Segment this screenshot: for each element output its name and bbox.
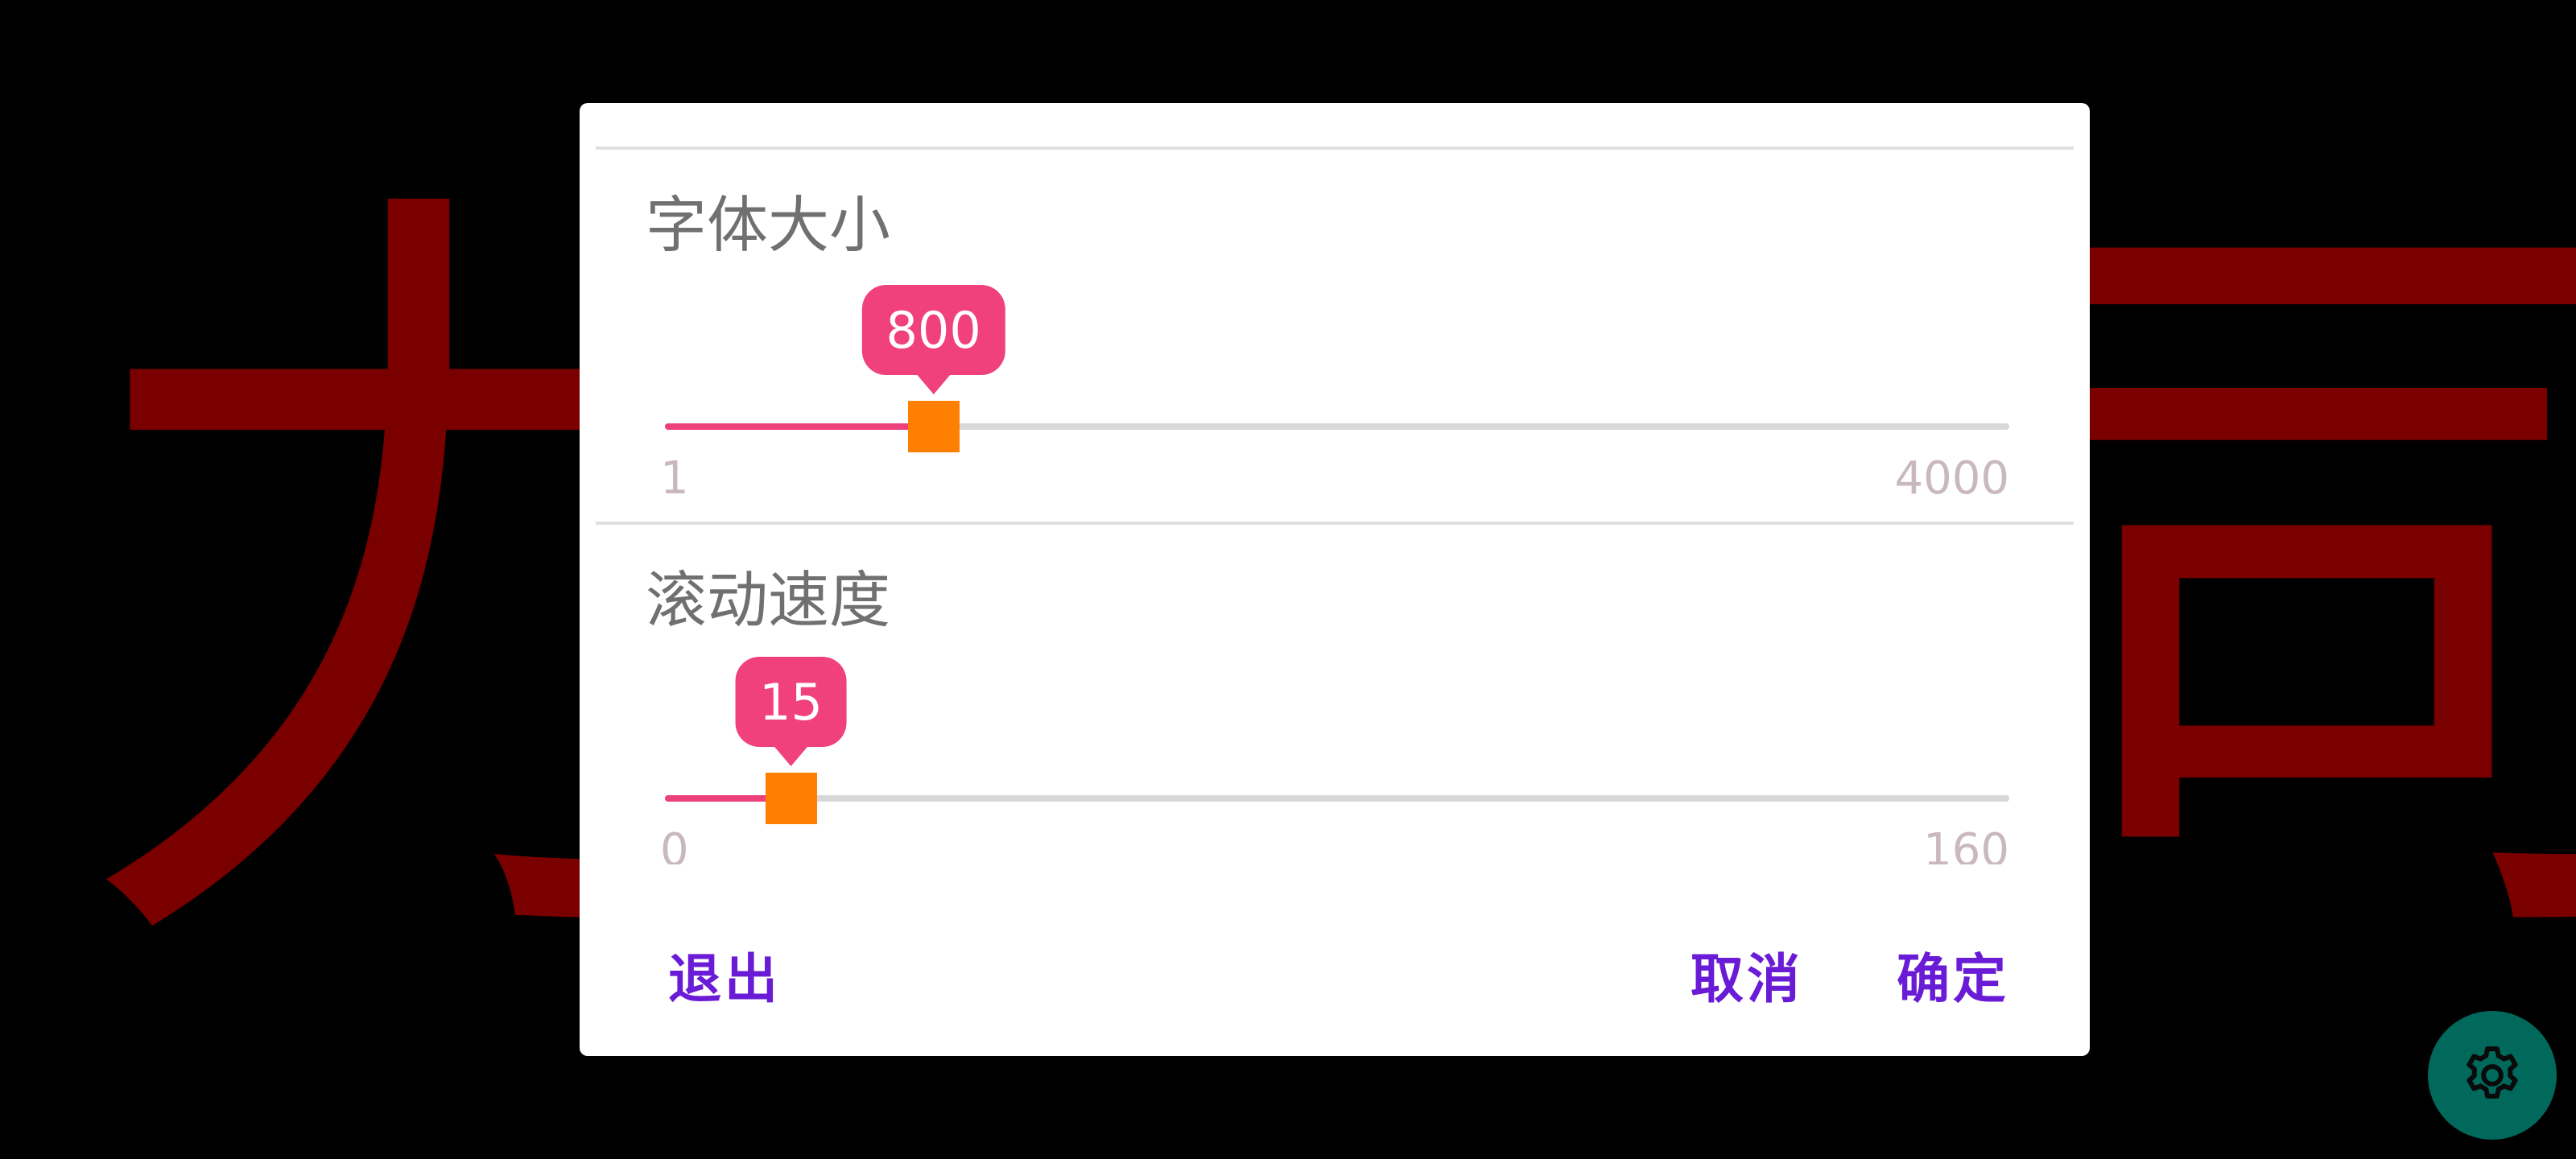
font-size-label: 字体大小	[646, 189, 890, 261]
screen: 力旦 司丈 字体大小 800 1 4000 滚动速度 15 0 160	[0, 0, 2576, 1159]
settings-dialog: 字体大小 800 1 4000 滚动速度 15 0 160 退出 取消 确定	[580, 103, 2090, 1056]
settings-fab[interactable]	[2428, 1011, 2557, 1140]
scroll-speed-label: 滚动速度	[646, 564, 890, 636]
scroll-speed-min-label: 0	[660, 824, 689, 864]
scroll-speed-slider-area: 15 0 160	[580, 637, 2090, 864]
font-size-max-label: 4000	[1894, 452, 2009, 505]
scroll-speed-slider-track[interactable]	[665, 773, 2009, 824]
scroll-speed-value-bubble: 15	[735, 657, 848, 766]
scroll-speed-max-label: 160	[1923, 824, 2009, 864]
top-divider	[596, 146, 2074, 150]
font-size-slider-thumb[interactable]	[907, 401, 960, 452]
gear-icon	[2467, 1046, 2518, 1099]
font-size-value-bubble: 800	[861, 285, 1005, 394]
middle-divider	[596, 522, 2074, 525]
exit-button[interactable]: 退出	[668, 936, 781, 1013]
scroll-speed-slider-thumb[interactable]	[765, 773, 817, 824]
confirm-button[interactable]: 确定	[1897, 936, 2009, 1013]
font-size-min-label: 1	[660, 452, 689, 505]
font-size-slider-fill	[665, 423, 934, 430]
cancel-button[interactable]: 取消	[1690, 936, 1803, 1013]
font-size-slider-track[interactable]	[665, 401, 2009, 452]
